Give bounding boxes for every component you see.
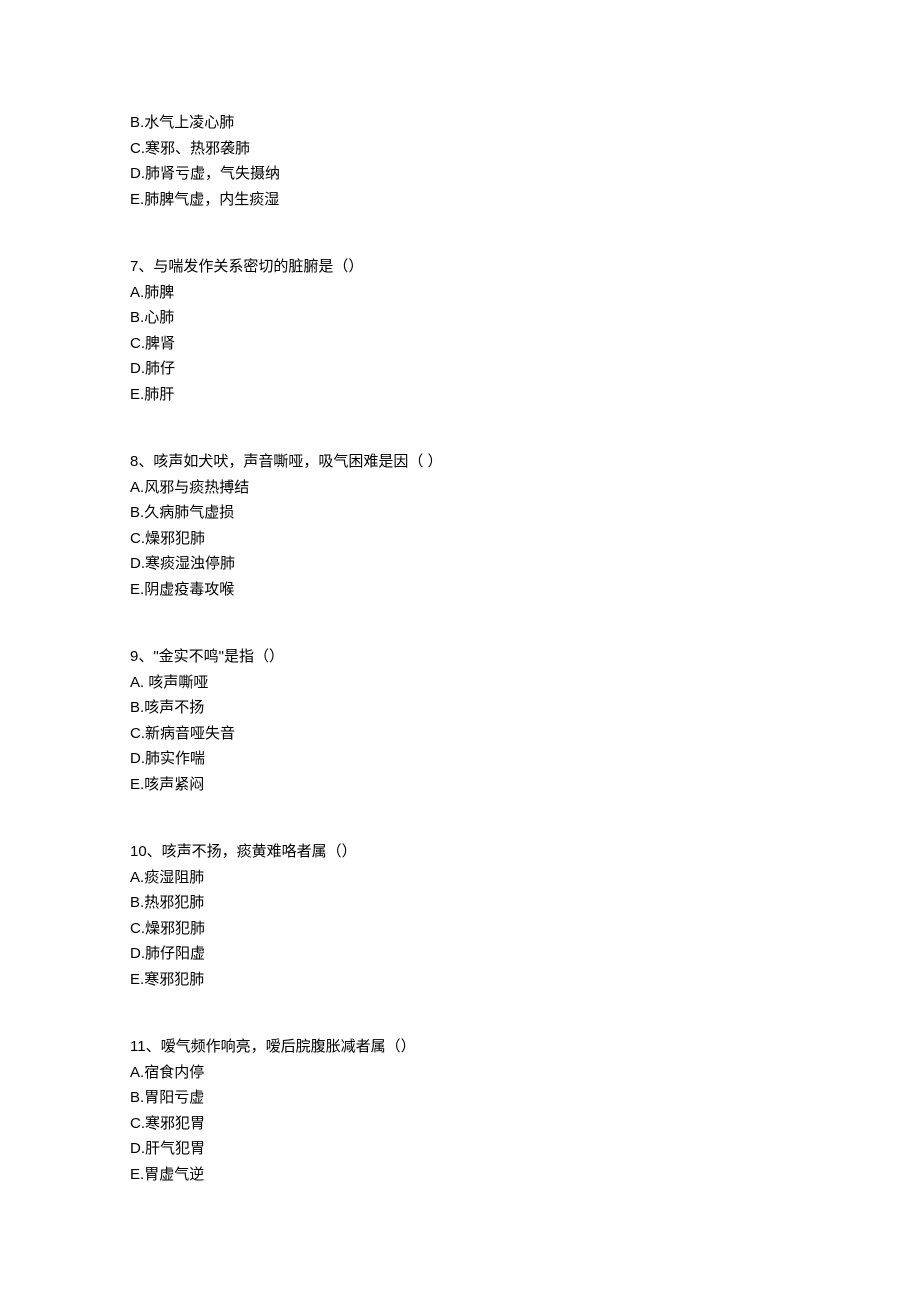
option-text: 肺仔 (145, 360, 175, 377)
option-B: B.胃阳亏虚 (130, 1085, 790, 1111)
option-letter: E. (130, 1166, 144, 1183)
option-text: 肺仔阳虚 (145, 945, 205, 962)
option-letter: E. (130, 776, 144, 793)
option-text: 肺肾亏虚，气失摄纳 (145, 165, 280, 182)
option-letter: C. (130, 725, 145, 742)
question-block-partial: B.水气上凌心肺 C.寒邪、热邪袭肺 D.肺肾亏虚，气失摄纳 E.肺脾气虚，内生… (130, 110, 790, 212)
option-letter: D. (130, 750, 145, 767)
option-E: E.胃虚气逆 (130, 1162, 790, 1188)
option-text: 痰湿阻肺 (144, 869, 204, 886)
option-letter: C. (130, 1115, 145, 1132)
option-letter: D. (130, 555, 145, 572)
option-C: C.寒邪、热邪袭肺 (130, 136, 790, 162)
option-A: A.宿食内停 (130, 1060, 790, 1086)
question-block-10: 10、咳声不扬，痰黄难咯者属（） A.痰湿阻肺 B.热邪犯肺 C.燥邪犯肺 D.… (130, 839, 790, 992)
option-D: D.肺实作喘 (130, 746, 790, 772)
option-text: 肺脾 (144, 284, 174, 301)
option-letter: E. (130, 191, 144, 208)
option-D: D.肺仔 (130, 356, 790, 382)
option-C: C.燥邪犯肺 (130, 526, 790, 552)
question-block-9: 9、"金实不鸣"是指（） A. 咳声嘶哑 B.咳声不扬 C.新病音哑失音 D.肺… (130, 644, 790, 797)
option-letter: B. (130, 309, 144, 326)
option-C: C.新病音哑失音 (130, 721, 790, 747)
option-E: E.咳声紧闷 (130, 772, 790, 798)
option-letter: C. (130, 530, 145, 547)
option-text: 肺实作喘 (145, 750, 205, 767)
option-letter: C. (130, 335, 145, 352)
option-text: 肝气犯胃 (145, 1140, 205, 1157)
question-stem: 10、咳声不扬，痰黄难咯者属（） (130, 839, 790, 865)
option-letter: D. (130, 360, 145, 377)
option-letter: D. (130, 945, 145, 962)
option-A: A.肺脾 (130, 280, 790, 306)
option-text: 热邪犯肺 (144, 894, 204, 911)
option-letter: A. (130, 1064, 144, 1081)
option-C: C.脾肾 (130, 331, 790, 357)
option-text: 心肺 (144, 309, 174, 326)
option-letter: E. (130, 581, 144, 598)
option-text: 久病肺气虚损 (144, 504, 234, 521)
option-D: D.肝气犯胃 (130, 1136, 790, 1162)
question-stem: 9、"金实不鸣"是指（） (130, 644, 790, 670)
option-C: C.燥邪犯肺 (130, 916, 790, 942)
option-text: 水气上凌心肺 (144, 114, 234, 131)
option-D: D.寒痰湿浊停肺 (130, 551, 790, 577)
option-letter: B. (130, 1089, 144, 1106)
option-D: D.肺肾亏虚，气失摄纳 (130, 161, 790, 187)
option-letter: A. (130, 869, 144, 886)
option-letter: B. (130, 699, 144, 716)
option-E: E.寒邪犯肺 (130, 967, 790, 993)
option-letter: E. (130, 971, 144, 988)
option-text: 寒痰湿浊停肺 (145, 555, 235, 572)
question-block-11: 11、嗳气频作响亮，嗳后脘腹胀减者属（） A.宿食内停 B.胃阳亏虚 C.寒邪犯… (130, 1034, 790, 1187)
option-text: 风邪与痰热搏结 (144, 479, 249, 496)
option-letter: A. (130, 284, 144, 301)
question-stem: 11、嗳气频作响亮，嗳后脘腹胀减者属（） (130, 1034, 790, 1060)
option-letter: C. (130, 920, 145, 937)
option-letter: D. (130, 165, 145, 182)
option-letter: B. (130, 504, 144, 521)
option-text: 咳声嘶哑 (148, 674, 208, 691)
option-E: E.阴虚疫毒攻喉 (130, 577, 790, 603)
option-A: A. 咳声嘶哑 (130, 670, 790, 696)
option-text: 咳声不扬 (144, 699, 204, 716)
option-A: A.风邪与痰热搏结 (130, 475, 790, 501)
option-letter: C. (130, 140, 145, 157)
option-B: B.咳声不扬 (130, 695, 790, 721)
option-letter: B. (130, 894, 144, 911)
option-text: 脾肾 (145, 335, 175, 352)
question-stem: 7、与喘发作关系密切的脏腑是（） (130, 254, 790, 280)
option-text: 肺脾气虚，内生痰湿 (144, 191, 279, 208)
option-text: 宿食内停 (144, 1064, 204, 1081)
question-block-8: 8、咳声如犬吠，声音嘶哑，吸气困难是因（ ） A.风邪与痰热搏结 B.久病肺气虚… (130, 449, 790, 602)
option-C: C.寒邪犯胃 (130, 1111, 790, 1137)
option-text: 阴虚疫毒攻喉 (144, 581, 234, 598)
option-letter: A. (130, 479, 144, 496)
option-B: B.热邪犯肺 (130, 890, 790, 916)
question-stem: 8、咳声如犬吠，声音嘶哑，吸气困难是因（ ） (130, 449, 790, 475)
option-text: 寒邪犯胃 (145, 1115, 205, 1132)
option-text: 肺肝 (144, 386, 174, 403)
option-B: B.久病肺气虚损 (130, 500, 790, 526)
option-D: D.肺仔阳虚 (130, 941, 790, 967)
option-E: E.肺脾气虚，内生痰湿 (130, 187, 790, 213)
option-letter: A. (130, 674, 148, 691)
option-text: 胃阳亏虚 (144, 1089, 204, 1106)
option-text: 新病音哑失音 (145, 725, 235, 742)
option-text: 寒邪犯肺 (144, 971, 204, 988)
option-letter: E. (130, 386, 144, 403)
option-text: 咳声紧闷 (144, 776, 204, 793)
option-text: 胃虚气逆 (144, 1166, 204, 1183)
option-B: B.水气上凌心肺 (130, 110, 790, 136)
question-block-7: 7、与喘发作关系密切的脏腑是（） A.肺脾 B.心肺 C.脾肾 D.肺仔 E.肺… (130, 254, 790, 407)
option-A: A.痰湿阻肺 (130, 865, 790, 891)
option-text: 寒邪、热邪袭肺 (145, 140, 250, 157)
option-letter: D. (130, 1140, 145, 1157)
option-B: B.心肺 (130, 305, 790, 331)
option-letter: B. (130, 114, 144, 131)
option-text: 燥邪犯肺 (145, 920, 205, 937)
option-E: E.肺肝 (130, 382, 790, 408)
option-text: 燥邪犯肺 (145, 530, 205, 547)
